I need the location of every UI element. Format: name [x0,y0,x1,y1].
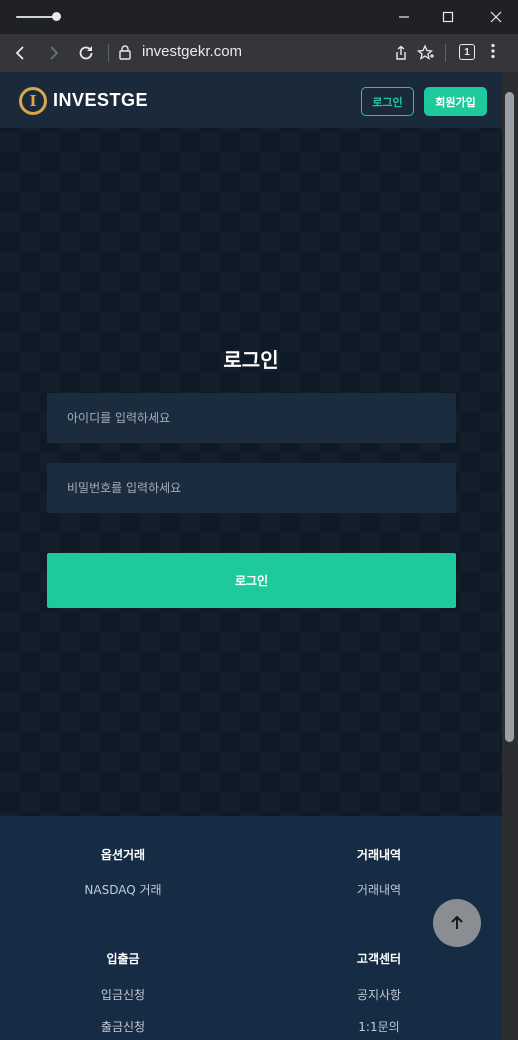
window-titlebar [0,0,518,34]
toolbar-divider [445,44,446,62]
tab-count-icon[interactable]: 1 [459,44,475,60]
footer-link-notice[interactable]: 공지사항 [299,986,459,1003]
site-footer: 옵션거래 NASDAQ 거래 거래내역 거래내역 입출금 입금신청 출금신청 고… [0,816,502,1040]
zoom-slider-knob[interactable] [52,12,61,21]
menu-icon[interactable] [488,43,498,59]
footer-heading-history: 거래내역 [356,848,402,862]
footer-heading-deposit-withdraw: 입출금 [106,952,140,966]
login-submit-button[interactable]: 로그인 [47,553,456,608]
forward-icon[interactable] [42,42,64,64]
scrollbar-thumb[interactable] [505,92,514,742]
footer-link-withdraw[interactable]: 출금신청 [43,1018,203,1035]
header-signup-button[interactable]: 회원가입 [424,87,487,116]
id-input[interactable] [47,393,456,443]
footer-link-nasdaq[interactable]: NASDAQ 거래 [43,881,203,898]
lock-icon[interactable] [118,44,134,62]
password-input[interactable] [47,463,456,513]
arrow-up-icon[interactable] [433,899,481,947]
footer-heading-options: 옵션거래 [100,848,146,862]
footer-link-inquiry[interactable]: 1:1문의 [299,1018,459,1035]
url-divider [108,44,109,62]
page-content: I INVESTGE 로그인 회원가입 로그인 로그인 옵션거래 NASDAQ … [0,72,502,1040]
share-icon[interactable] [390,42,412,64]
footer-link-deposit[interactable]: 입금신청 [43,986,203,1003]
header-login-button[interactable]: 로그인 [361,87,414,116]
footer-heading-support: 고객센터 [356,952,402,966]
site-header: I INVESTGE 로그인 회원가입 [0,72,502,128]
browser-toolbar: investgekr.com 1 [0,34,518,72]
footer-link-history[interactable]: 거래내역 [299,881,459,898]
close-icon[interactable] [485,6,507,28]
minimize-icon[interactable] [393,6,415,28]
back-icon[interactable] [10,42,32,64]
bookmark-icon[interactable] [415,42,437,64]
address-bar[interactable]: investgekr.com [142,43,242,60]
logo-text[interactable]: INVESTGE [53,90,148,111]
logo-icon[interactable]: I [19,87,47,115]
maximize-icon[interactable] [437,6,459,28]
reload-icon[interactable] [75,42,97,64]
login-title: 로그인 [223,348,279,372]
